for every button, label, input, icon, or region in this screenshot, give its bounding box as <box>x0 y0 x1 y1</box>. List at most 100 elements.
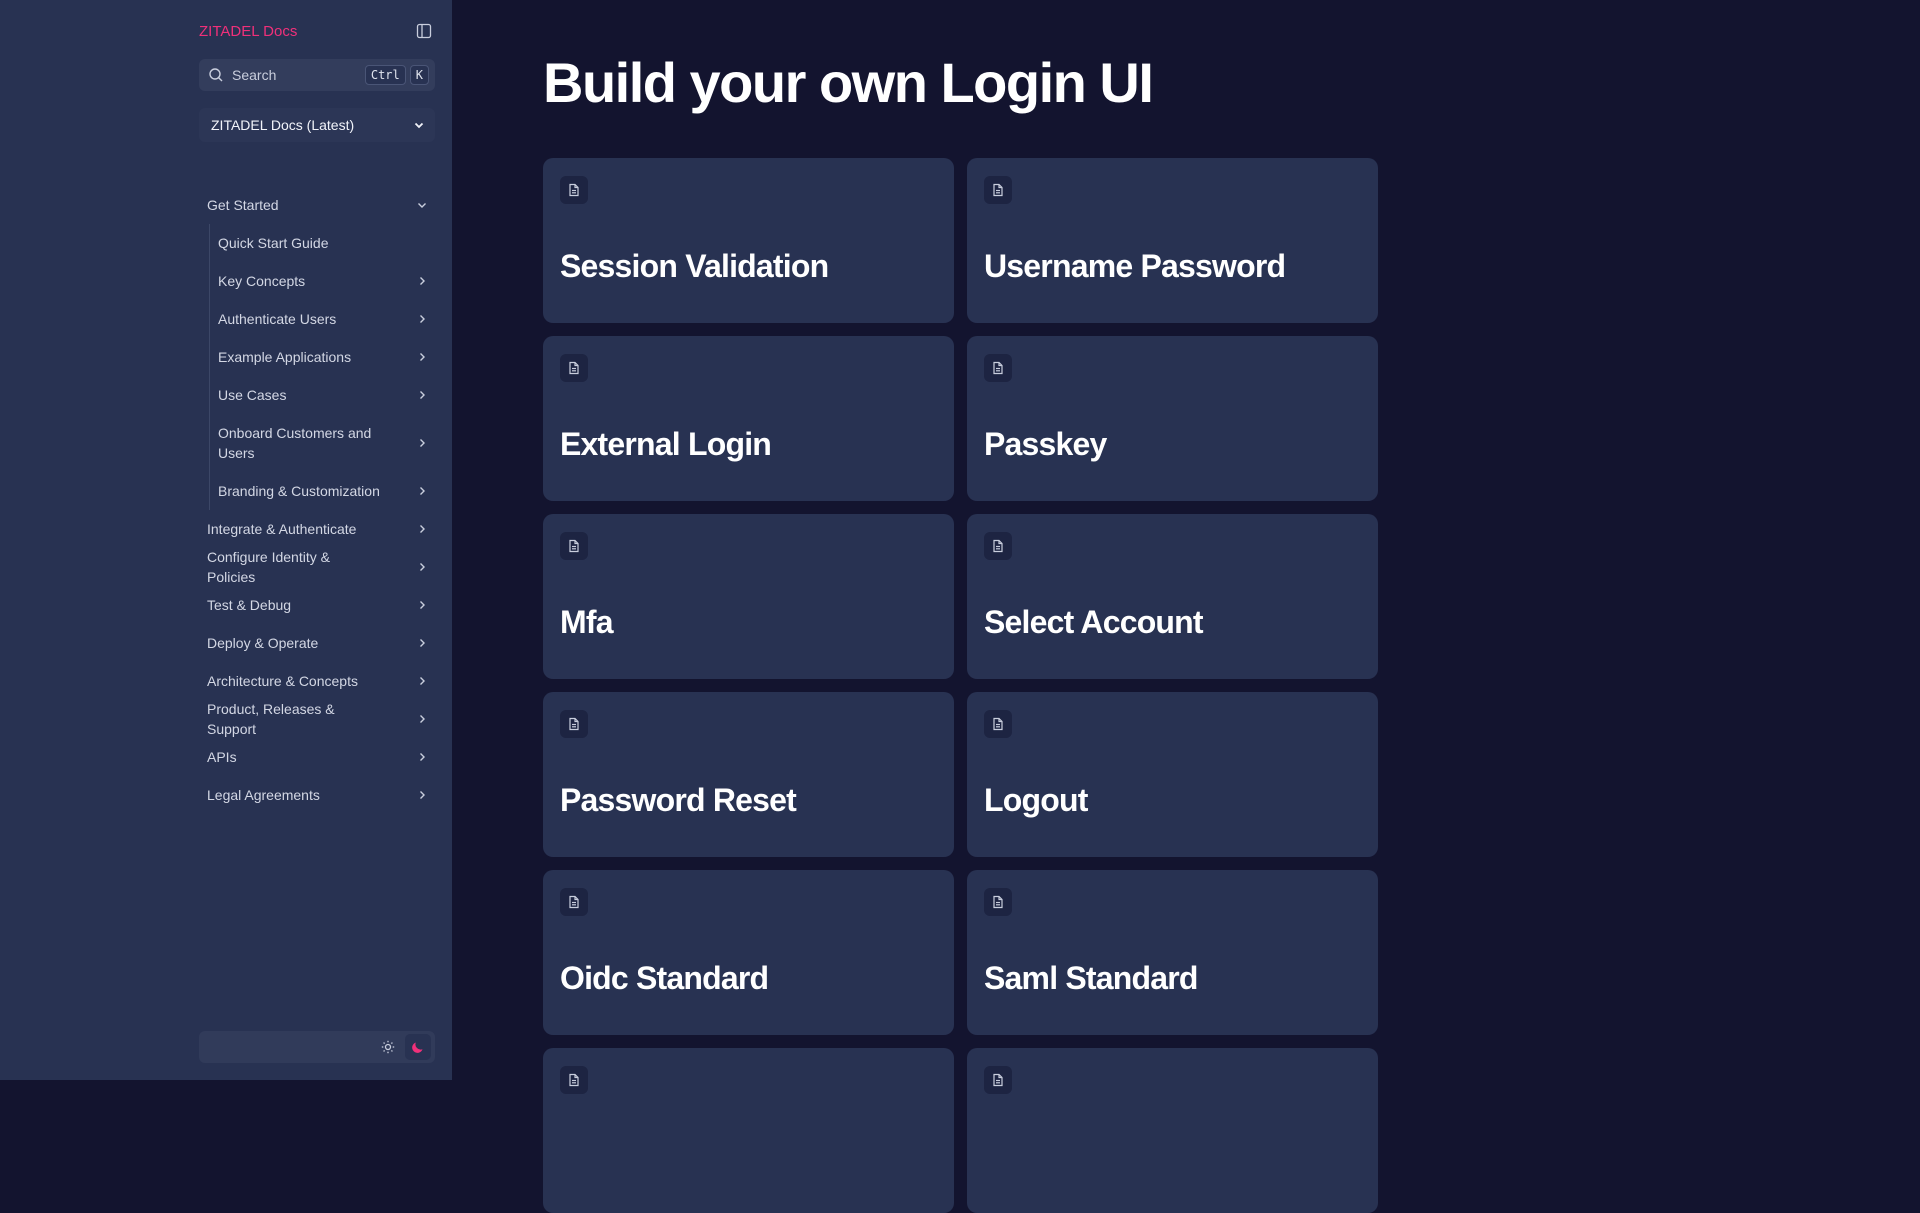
document-icon <box>569 539 579 553</box>
card-mfa[interactable]: Mfa <box>543 514 954 679</box>
nav-item-branding-customization[interactable]: Branding & Customization <box>210 472 435 510</box>
sidebar-header: ZITADEL Docs <box>199 18 435 44</box>
chevron-right-icon <box>420 677 425 685</box>
card-icon <box>984 1066 1012 1094</box>
nav-item-architecture-concepts[interactable]: Architecture & Concepts <box>199 662 435 700</box>
search-bar[interactable]: Search Ctrl K <box>199 59 435 91</box>
shortcut-key-k: K <box>409 65 429 85</box>
card-icon <box>984 710 1012 738</box>
document-icon <box>569 361 579 375</box>
nav-item-use-cases[interactable]: Use Cases <box>210 376 435 414</box>
document-icon <box>569 1073 579 1087</box>
nav-label: Test & Debug <box>207 597 292 613</box>
nav-label: Architecture & Concepts <box>207 673 358 689</box>
card-title: Mfa <box>560 604 614 640</box>
moon-icon <box>412 1042 423 1053</box>
light-theme-button[interactable] <box>375 1034 401 1060</box>
card-oidc-standard[interactable]: Oidc Standard <box>543 870 954 1035</box>
chevron-right-icon <box>420 315 425 323</box>
card-title: Password Reset <box>560 782 797 818</box>
document-icon <box>993 183 1003 197</box>
chevron-right-icon <box>420 525 425 533</box>
version-label: ZITADEL Docs (Latest) <box>211 117 355 133</box>
card-password-reset[interactable]: Password Reset <box>543 692 954 857</box>
card-session-validation[interactable]: Session Validation <box>543 158 954 323</box>
document-icon <box>993 539 1003 553</box>
card-icon <box>984 532 1012 560</box>
card-title: Session Validation <box>560 248 829 284</box>
card-partial-2[interactable] <box>967 1048 1378 1213</box>
nav-label: Configure Identity & Policies <box>207 549 330 585</box>
chevron-right-icon <box>420 753 425 761</box>
card-saml-standard[interactable]: Saml Standard <box>967 870 1378 1035</box>
brand-logo-link[interactable]: ZITADEL Docs <box>199 23 297 40</box>
nav-item-test-debug[interactable]: Test & Debug <box>199 586 435 624</box>
document-icon <box>993 361 1003 375</box>
chevron-down-icon <box>414 122 424 129</box>
card-username-password[interactable]: Username Password <box>967 158 1378 323</box>
nav-item-example-applications[interactable]: Example Applications <box>210 338 435 376</box>
nav-item-product-releases-support[interactable]: Product, Releases & Support <box>199 700 435 738</box>
chevron-right-icon <box>420 439 425 447</box>
cards-grid: Session Validation Username Password Ext… <box>543 158 1379 1213</box>
nav-label: Get Started <box>207 197 279 213</box>
sun-icon <box>381 1040 395 1054</box>
nav-item-quick-start-guide[interactable]: Quick Start Guide <box>210 224 435 262</box>
shortcut-key-ctrl: Ctrl <box>364 65 406 85</box>
card-icon <box>560 176 588 204</box>
chevron-down-icon <box>418 203 426 208</box>
nav-item-apis[interactable]: APIs <box>199 738 435 776</box>
chevron-right-icon <box>420 601 425 609</box>
nav-item-authenticate-users[interactable]: Authenticate Users <box>210 300 435 338</box>
card-icon <box>560 532 588 560</box>
card-icon <box>984 176 1012 204</box>
nav-item-configure-identity[interactable]: Configure Identity & Policies <box>199 548 435 586</box>
document-icon <box>993 717 1003 731</box>
nav-label: Deploy & Operate <box>207 635 319 651</box>
nav-label: Key Concepts <box>218 273 306 289</box>
card-passkey[interactable]: Passkey <box>967 336 1378 501</box>
nav-label: APIs <box>207 749 237 765</box>
nav-label: Example Applications <box>218 349 352 365</box>
main-content: Build your own Login UI Session Validati… <box>452 0 1920 1213</box>
document-icon <box>569 717 579 731</box>
sidebar-toggle-button[interactable] <box>413 20 435 42</box>
chevron-right-icon <box>420 715 425 723</box>
nav-label: Integrate & Authenticate <box>207 521 357 537</box>
nav-item-onboard-customers[interactable]: Onboard Customers and Users <box>210 414 435 472</box>
nav-label: Authenticate Users <box>218 311 337 327</box>
dark-theme-button[interactable] <box>405 1034 431 1060</box>
chevron-right-icon <box>420 563 425 571</box>
chevron-right-icon <box>420 639 425 647</box>
chevron-right-icon <box>420 487 425 495</box>
theme-switcher <box>199 1031 435 1063</box>
chevron-right-icon <box>420 791 425 799</box>
document-icon <box>569 183 579 197</box>
card-icon <box>560 888 588 916</box>
card-icon <box>560 710 588 738</box>
nav-item-legal-agreements[interactable]: Legal Agreements <box>199 776 435 814</box>
nav-item-integrate-authenticate[interactable]: Integrate & Authenticate <box>199 510 435 548</box>
nav-label: Quick Start Guide <box>218 235 329 251</box>
nav-item-key-concepts[interactable]: Key Concepts <box>210 262 435 300</box>
card-title: Select Account <box>984 604 1204 640</box>
version-select[interactable]: ZITADEL Docs (Latest) <box>199 108 435 142</box>
nav-label: Branding & Customization <box>218 483 380 499</box>
nav-item-get-started[interactable]: Get Started <box>199 186 435 224</box>
card-logout[interactable]: Logout <box>967 692 1378 857</box>
card-icon <box>984 888 1012 916</box>
nav-item-deploy-operate[interactable]: Deploy & Operate <box>199 624 435 662</box>
chevron-right-icon <box>420 277 425 285</box>
card-external-login[interactable]: External Login <box>543 336 954 501</box>
sidebar: ZITADEL Docs Search Ctrl K ZITADEL Docs … <box>0 0 452 1080</box>
card-partial-1[interactable] <box>543 1048 954 1213</box>
nav-label: Onboard Customers and Users <box>218 425 372 461</box>
search-icon <box>209 68 223 82</box>
card-select-account[interactable]: Select Account <box>967 514 1378 679</box>
page-title: Build your own Login UI <box>543 51 1154 114</box>
sidebar-panel-icon <box>416 23 432 39</box>
nav-label: Use Cases <box>218 387 287 403</box>
document-icon <box>993 895 1003 909</box>
card-title: Logout <box>984 782 1088 818</box>
card-icon <box>560 354 588 382</box>
